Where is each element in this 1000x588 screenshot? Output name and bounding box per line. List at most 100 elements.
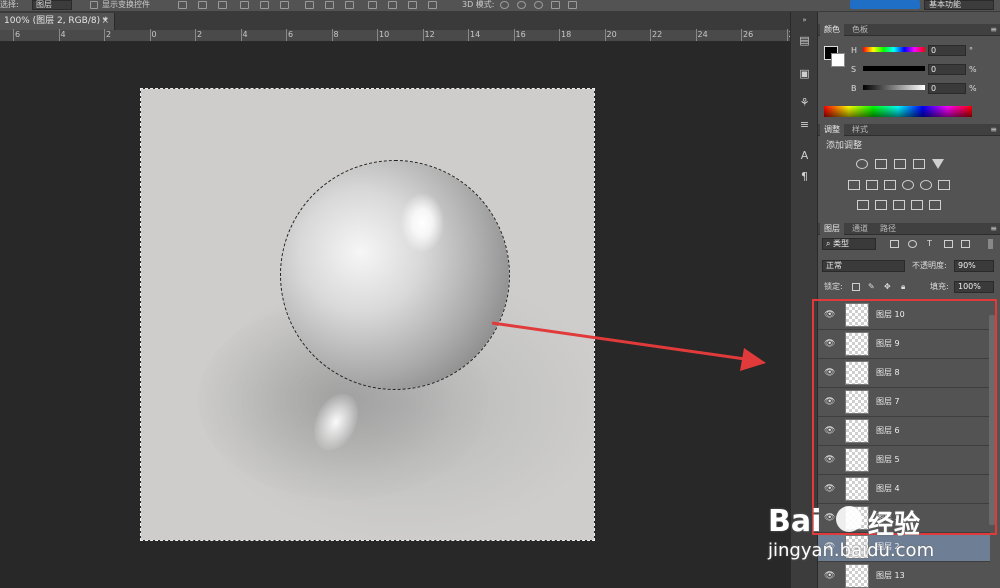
3d-pan-icon[interactable] bbox=[534, 1, 543, 9]
filter-smart-object-icon[interactable] bbox=[961, 240, 970, 248]
lock-transparent-icon[interactable] bbox=[852, 283, 860, 291]
paragraph-icon[interactable]: ¶ bbox=[798, 170, 811, 183]
distribute-left-icon[interactable] bbox=[368, 1, 377, 9]
3d-rotate-icon[interactable] bbox=[500, 1, 509, 9]
channel-mixer-icon[interactable] bbox=[920, 180, 932, 190]
character-icon[interactable]: A bbox=[798, 149, 811, 162]
adjustments-panel-tabs: 调整 样式 ≡ bbox=[818, 124, 1000, 136]
exposure-icon[interactable] bbox=[913, 159, 925, 169]
threshold-icon[interactable] bbox=[893, 200, 905, 210]
tab-swatches[interactable]: 色板 bbox=[848, 24, 872, 36]
filter-kind-label: 类型 bbox=[833, 239, 850, 248]
levels-icon[interactable] bbox=[875, 159, 887, 169]
background-color-swatch[interactable] bbox=[831, 53, 845, 67]
brightness-contrast-icon[interactable] bbox=[856, 159, 868, 169]
black-white-icon[interactable] bbox=[884, 180, 896, 190]
panel-menu-icon[interactable]: ≡ bbox=[990, 223, 997, 234]
b-unit: % bbox=[969, 84, 977, 93]
document-tab-title: 100% (图层 2, RGB/8) * bbox=[4, 16, 108, 26]
ruler-tick-label: 26 bbox=[743, 30, 754, 39]
brightness-slider[interactable] bbox=[863, 85, 925, 90]
3d-mode-label: 3D 模式: bbox=[462, 0, 495, 9]
align-top-icon[interactable] bbox=[178, 1, 187, 9]
close-tab-icon[interactable]: × bbox=[101, 13, 109, 30]
hue-slider[interactable] bbox=[863, 47, 925, 52]
brush-presets-icon[interactable]: ≡ bbox=[798, 118, 811, 131]
annotation-arrow bbox=[491, 321, 766, 371]
collapse-icon[interactable]: » bbox=[798, 14, 811, 27]
tab-adjustments[interactable]: 调整 bbox=[820, 124, 844, 136]
3d-scale-icon[interactable] bbox=[568, 1, 577, 9]
ruler-tick bbox=[650, 29, 651, 41]
lock-all-icon[interactable]: 🔒︎ bbox=[901, 282, 905, 292]
history-icon[interactable]: ▤ bbox=[798, 34, 811, 47]
tab-styles[interactable]: 样式 bbox=[848, 124, 872, 136]
photo-filter-icon[interactable] bbox=[902, 180, 914, 190]
align-hcenter-icon[interactable] bbox=[260, 1, 269, 9]
layer-filter-dropdown[interactable]: ⌕ 类型 bbox=[822, 238, 876, 250]
filter-type-icon[interactable]: T bbox=[927, 239, 932, 249]
ruler-tick bbox=[13, 29, 14, 41]
document-tab[interactable]: 100% (图层 2, RGB/8) * × bbox=[0, 13, 115, 30]
posterize-icon[interactable] bbox=[875, 200, 887, 210]
paw-logo-icon bbox=[836, 506, 862, 532]
color-panel-tabs: 颜色 色板 ≡ bbox=[818, 24, 1000, 36]
tab-paths[interactable]: 路径 bbox=[876, 223, 900, 235]
distribute-bottom-icon[interactable] bbox=[345, 1, 354, 9]
auto-select-dropdown[interactable]: 图层 bbox=[32, 0, 72, 10]
invert-icon[interactable] bbox=[857, 200, 869, 210]
3d-roll-icon[interactable] bbox=[517, 1, 526, 9]
properties-icon[interactable]: ▣ bbox=[798, 67, 811, 80]
h-label: H bbox=[851, 46, 858, 55]
align-left-icon[interactable] bbox=[240, 1, 249, 9]
ruler-tick-label: 10 bbox=[379, 30, 390, 39]
panel-menu-icon[interactable]: ≡ bbox=[990, 124, 997, 135]
s-label: S bbox=[851, 65, 857, 74]
distribute-vcenter-icon[interactable] bbox=[325, 1, 334, 9]
color-lookup-icon[interactable] bbox=[938, 180, 950, 190]
filter-adjustment-icon[interactable] bbox=[908, 240, 917, 248]
tab-channels[interactable]: 通道 bbox=[848, 223, 872, 235]
tab-layers[interactable]: 图层 bbox=[820, 223, 844, 235]
fill-field[interactable]: 100% bbox=[954, 281, 994, 293]
tab-color[interactable]: 颜色 bbox=[820, 24, 844, 36]
brush-icon[interactable]: ⚘ bbox=[798, 96, 811, 109]
gradient-map-icon[interactable] bbox=[911, 200, 923, 210]
b-label: B bbox=[851, 84, 857, 93]
s-value-field[interactable]: 0 bbox=[928, 64, 966, 75]
filter-toggle[interactable] bbox=[988, 239, 993, 249]
saturation-slider[interactable] bbox=[863, 66, 925, 71]
distribute-right-icon[interactable] bbox=[408, 1, 417, 9]
lock-brush-icon[interactable]: ✎ bbox=[868, 282, 875, 292]
align-right-icon[interactable] bbox=[280, 1, 289, 9]
filter-shape-icon[interactable] bbox=[944, 240, 953, 248]
opacity-field[interactable]: 90% bbox=[954, 260, 994, 272]
ruler-tick bbox=[559, 29, 560, 41]
h-value-field[interactable]: 0 bbox=[928, 45, 966, 56]
layers-panel-tabs: 图层 通道 路径 ≡ bbox=[818, 223, 1000, 235]
align-vcenter-icon[interactable] bbox=[198, 1, 207, 9]
vibrance-icon[interactable] bbox=[932, 159, 944, 169]
filter-pixel-icon[interactable] bbox=[890, 240, 899, 248]
blend-mode-dropdown[interactable]: 正常 bbox=[822, 260, 905, 272]
distribute-hcenter-icon[interactable] bbox=[388, 1, 397, 9]
distribute-top-icon[interactable] bbox=[305, 1, 314, 9]
ruler-tick-label: 6 bbox=[288, 30, 294, 39]
hue-saturation-icon[interactable] bbox=[848, 180, 860, 190]
align-bottom-icon[interactable] bbox=[218, 1, 227, 9]
3d-slide-icon[interactable] bbox=[551, 1, 560, 9]
selective-color-icon[interactable] bbox=[929, 200, 941, 210]
panel-menu-icon[interactable]: ≡ bbox=[990, 24, 997, 35]
horizontal-ruler: 6420246810121416182022242628 bbox=[0, 29, 799, 42]
curves-icon[interactable] bbox=[894, 159, 906, 169]
show-transform-checkbox[interactable] bbox=[90, 1, 98, 9]
workspace-dropdown[interactable]: 基本功能 bbox=[924, 0, 994, 10]
lock-move-icon[interactable]: ✥ bbox=[884, 282, 891, 292]
color-spectrum-bar[interactable] bbox=[824, 106, 972, 117]
ruler-tick-label: 2 bbox=[106, 30, 112, 39]
auto-align-icon[interactable] bbox=[428, 1, 437, 9]
b-value-field[interactable]: 0 bbox=[928, 83, 966, 94]
cloud-button[interactable] bbox=[850, 0, 920, 9]
color-balance-icon[interactable] bbox=[866, 180, 878, 190]
watermark-url: jingyan.baidu.com bbox=[768, 540, 935, 561]
